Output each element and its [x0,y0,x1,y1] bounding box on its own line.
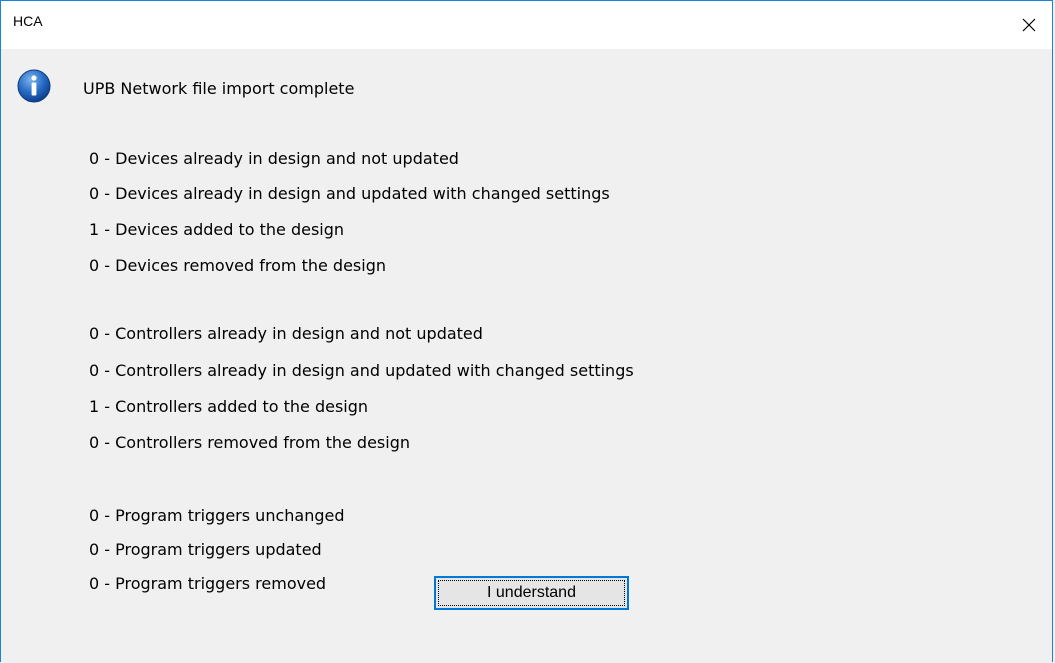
list-item: 0 - Program triggers unchanged [89,506,345,525]
list-item: 0 - Controllers already in design and no… [89,324,483,343]
close-icon [1022,18,1036,32]
list-item: 0 - Devices removed from the design [89,256,387,275]
button-label: I understand [487,584,576,601]
list-item: 0 - Devices already in design and update… [89,184,610,203]
close-button[interactable] [1006,1,1052,49]
list-item: 0 - Program triggers updated [89,540,322,559]
list-item: 0 - Controllers already in design and up… [89,361,634,380]
list-item: 1 - Controllers added to the design [89,397,369,416]
i-understand-button[interactable]: I understand [434,576,629,610]
title-bar[interactable]: HCA [1,1,1052,49]
list-item: 0 - Program triggers removed [89,574,327,593]
list-item: 1 - Devices added to the design [89,220,345,239]
dialog-window: HCA UPB Network file import complete 0 -… [0,0,1053,663]
window-title: HCA [13,13,43,29]
list-item: 0 - Devices already in design and not up… [89,149,459,168]
dialog-content: UPB Network file import complete 0 - Dev… [1,49,1052,663]
info-icon [17,69,51,103]
list-item: 0 - Controllers removed from the design [89,433,410,452]
dialog-headline: UPB Network file import complete [83,79,355,98]
